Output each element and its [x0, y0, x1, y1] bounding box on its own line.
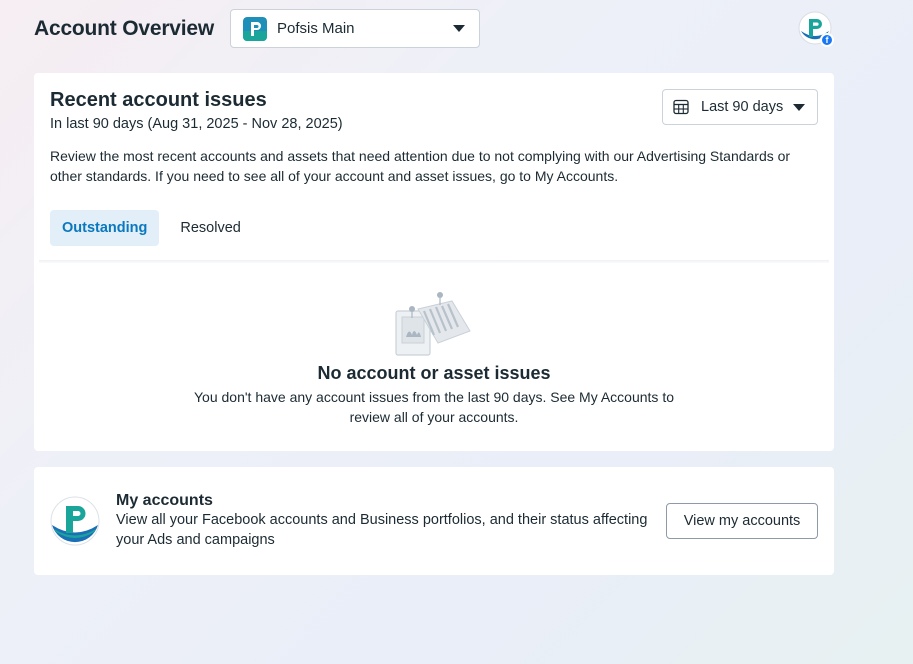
chevron-down-icon — [453, 25, 465, 32]
issue-tabs: Outstanding Resolved — [50, 210, 818, 246]
empty-state: No account or asset issues You don't hav… — [34, 291, 834, 427]
date-range-selector[interactable]: Last 90 days — [662, 89, 818, 125]
my-accounts-card: My accounts View all your Facebook accou… — [34, 467, 834, 575]
account-selector[interactable]: Pofsis Main — [230, 9, 480, 48]
profile-avatar[interactable]: f — [798, 11, 834, 47]
view-my-accounts-button[interactable]: View my accounts — [666, 503, 818, 539]
tab-resolved[interactable]: Resolved — [168, 210, 252, 246]
my-accounts-title: My accounts — [116, 492, 213, 509]
pofsis-avatar-icon — [50, 496, 100, 546]
pofsis-logo-icon — [243, 16, 267, 41]
empty-clipboard-illustration-icon — [395, 292, 471, 356]
section-divider — [39, 260, 829, 263]
recent-issues-card: Recent account issues In last 90 days (A… — [34, 73, 834, 451]
tab-outstanding[interactable]: Outstanding — [50, 210, 160, 246]
facebook-icon: f — [820, 33, 834, 47]
empty-state-text: You don't have any account issues from t… — [194, 389, 674, 425]
chevron-down-icon — [793, 103, 805, 111]
date-range-label: Last 90 days — [701, 99, 784, 115]
account-selector-label: Pofsis Main — [277, 20, 355, 37]
issues-card-description: Review the most recent accounts and asse… — [50, 148, 791, 184]
empty-state-title: No account or asset issues — [317, 363, 551, 383]
top-bar: Account Overview Pofsis Main f — [34, 9, 834, 49]
page-title: Account Overview — [34, 17, 215, 40]
my-accounts-description: View all your Facebook accounts and Busi… — [116, 512, 648, 548]
calendar-icon — [673, 99, 689, 115]
